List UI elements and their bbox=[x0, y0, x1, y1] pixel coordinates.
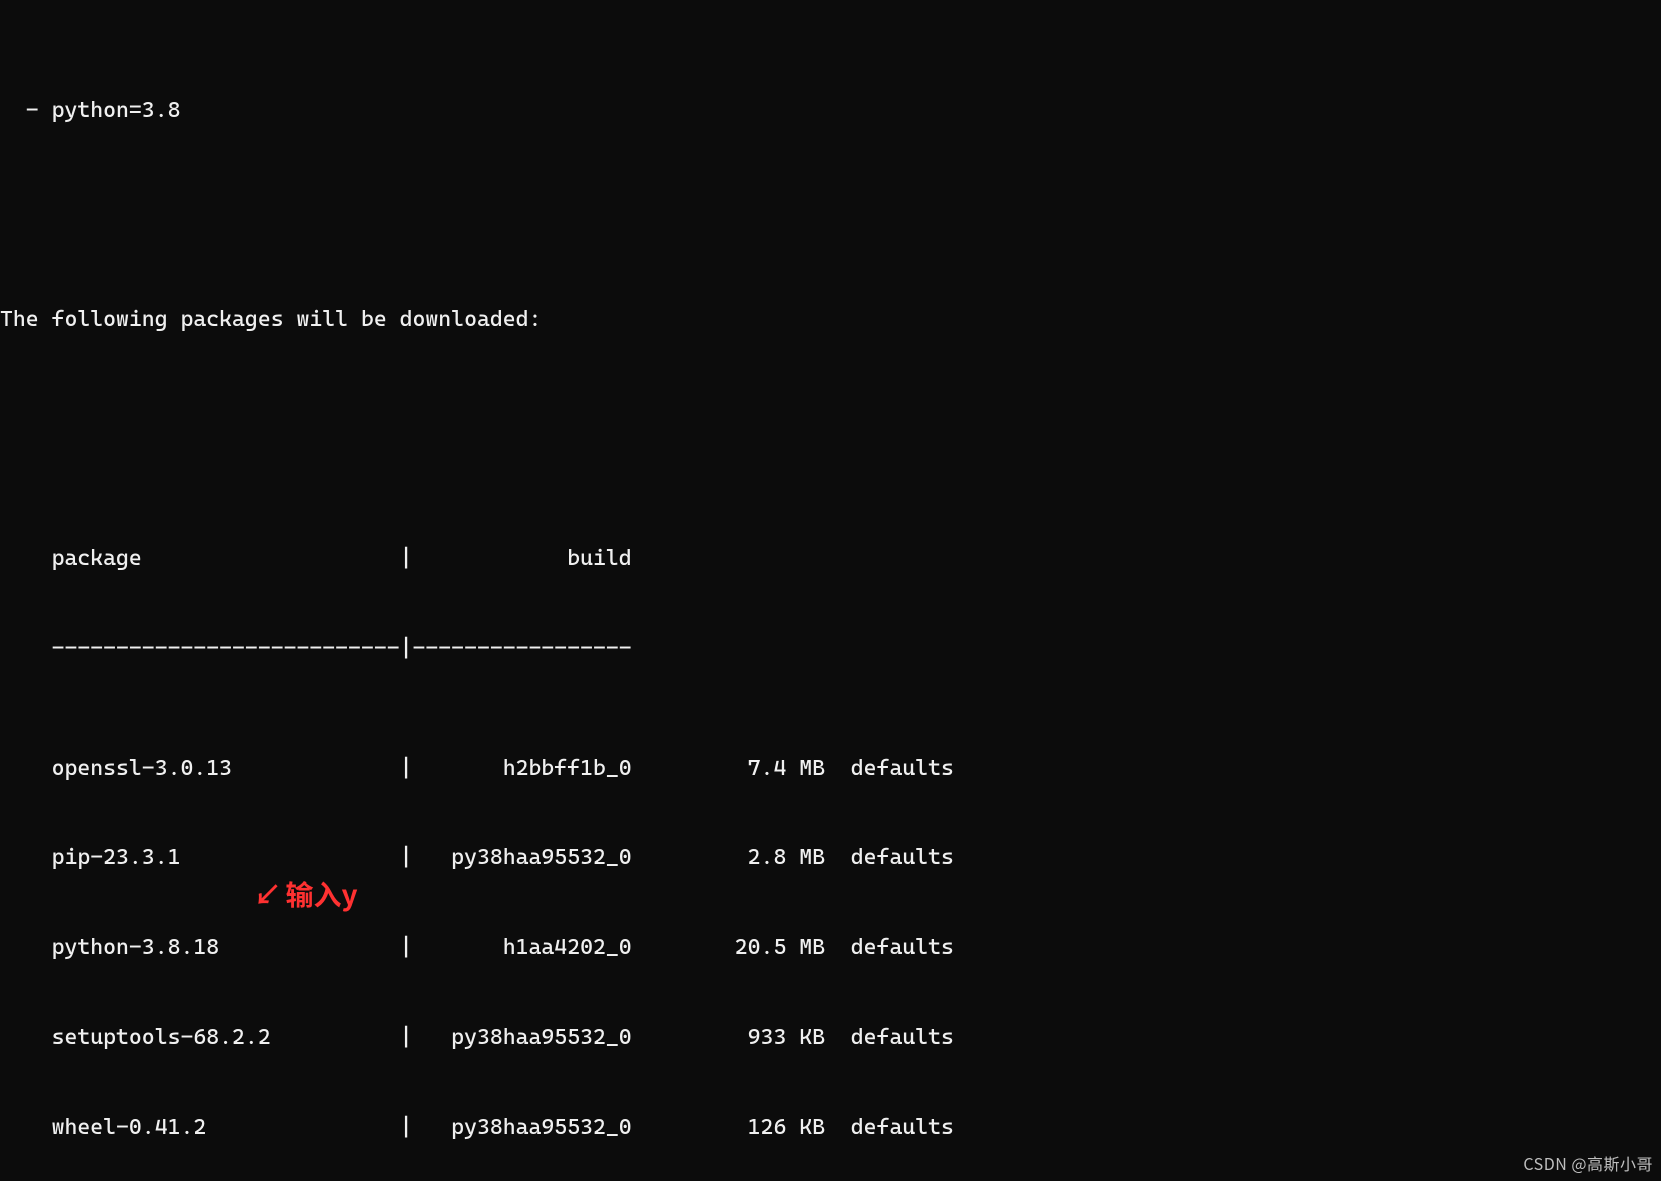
table-row: python-3.8.18 | h1aa4202_0 20.5 MB defau… bbox=[0, 933, 1661, 963]
size-cell: 20.5 MB bbox=[632, 935, 851, 960]
package-cell: setuptools-68.2.2 | py38haa95532_0 bbox=[0, 1025, 632, 1050]
table-header-row: package | build bbox=[0, 544, 1661, 574]
size-cell: 933 KB bbox=[632, 1025, 851, 1050]
download-table: package | build ------------------------… bbox=[0, 485, 1661, 1181]
channel-cell: defaults bbox=[851, 1025, 954, 1050]
channel-cell: defaults bbox=[851, 935, 954, 960]
package-cell: wheel-0.41.2 | py38haa95532_0 bbox=[0, 1115, 632, 1140]
table-separator: ---------------------------|------------… bbox=[0, 634, 1661, 664]
download-header: The following packages will be downloade… bbox=[0, 305, 1661, 335]
spec-line: - python=3.8 bbox=[0, 96, 1661, 126]
size-cell: 7.4 MB bbox=[632, 756, 851, 781]
channel-cell: defaults bbox=[851, 1115, 954, 1140]
size-cell: 126 KB bbox=[632, 1115, 851, 1140]
size-cell: 2.8 MB bbox=[632, 845, 851, 870]
terminal-window[interactable]: - python=3.8 The following packages will… bbox=[0, 0, 1661, 1181]
table-row: setuptools-68.2.2 | py38haa95532_0 933 K… bbox=[0, 1023, 1661, 1053]
package-cell: openssl-3.0.13 | h2bbff1b_0 bbox=[0, 756, 632, 781]
channel-cell: defaults bbox=[851, 845, 954, 870]
table-row: openssl-3.0.13 | h2bbff1b_0 7.4 MB defau… bbox=[0, 754, 1661, 784]
table-row: pip-23.3.1 | py38haa95532_0 2.8 MB defau… bbox=[0, 843, 1661, 873]
package-cell: pip-23.3.1 | py38haa95532_0 bbox=[0, 845, 632, 870]
table-row: wheel-0.41.2 | py38haa95532_0 126 KB def… bbox=[0, 1113, 1661, 1143]
package-cell: python-3.8.18 | h1aa4202_0 bbox=[0, 935, 632, 960]
channel-cell: defaults bbox=[851, 756, 954, 781]
